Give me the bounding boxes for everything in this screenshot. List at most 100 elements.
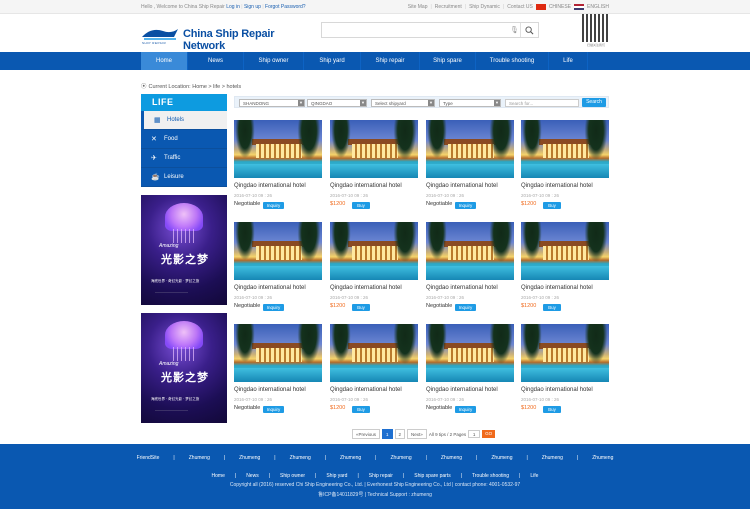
ad-poster[interactable]: Amazing 光影之梦 海底世界 · 奇幻光影 · 梦幻之旅 ————————… xyxy=(141,195,227,305)
header-search-input[interactable]: 🎙 xyxy=(321,22,539,38)
listing-title[interactable]: Qingdao international hotel xyxy=(330,285,402,291)
hotel-photo[interactable] xyxy=(234,324,322,382)
prev-page-button[interactable]: «Previous xyxy=(352,429,381,439)
page-button-2[interactable]: 2 xyxy=(394,429,406,439)
china-flag-icon[interactable] xyxy=(535,4,546,10)
site-map-link[interactable]: Site Map xyxy=(408,4,428,10)
listing-title[interactable]: Qingdao international hotel xyxy=(330,387,402,393)
listing-title[interactable]: Qingdao international hotel xyxy=(521,285,593,291)
footer-nav-link[interactable]: Ship owner xyxy=(280,473,305,479)
listing-title[interactable]: Qingdao international hotel xyxy=(330,183,402,189)
inquiry-button[interactable]: Inquiry xyxy=(263,406,284,413)
friend-link[interactable]: Zhumeng xyxy=(592,455,613,461)
logo[interactable]: China Ship Repair Network SHIP REPAIR xyxy=(141,23,311,52)
nav-ship-repair[interactable]: Ship repair xyxy=(361,52,420,70)
contact-link[interactable]: Contact US xyxy=(507,4,533,10)
listing-title[interactable]: Qingdao international hotel xyxy=(234,285,306,291)
page-button-1[interactable]: 1 xyxy=(382,429,393,439)
listing-card[interactable]: Qingdao international hotel 2016-07-10 09… xyxy=(234,120,322,212)
nav-life[interactable]: Life xyxy=(549,52,588,70)
friend-link[interactable]: Zhumeng xyxy=(441,455,462,461)
buy-button[interactable]: Buy xyxy=(352,202,370,209)
nav-ship-owner[interactable]: Ship owner xyxy=(244,52,304,70)
listing-title[interactable]: Qingdao international hotel xyxy=(521,387,593,393)
shipyard-select[interactable]: Select shipyard ▼ xyxy=(371,99,435,107)
hotel-photo[interactable] xyxy=(234,222,322,280)
nav-ship-spare[interactable]: Ship spare xyxy=(420,52,476,70)
listing-title[interactable]: Qingdao international hotel xyxy=(426,183,498,189)
hotel-photo[interactable] xyxy=(426,324,514,382)
listing-card[interactable]: Qingdao international hotel 2016-07-10 09… xyxy=(521,324,609,416)
nav-trouble-shooting[interactable]: Trouble shooting xyxy=(476,52,549,70)
friend-link[interactable]: Zhumeng xyxy=(340,455,361,461)
hotel-photo[interactable] xyxy=(521,222,609,280)
listing-title[interactable]: Qingdao international hotel xyxy=(426,387,498,393)
listing-title[interactable]: Qingdao international hotel xyxy=(234,387,306,393)
chinese-link[interactable]: CHINESE xyxy=(549,4,571,10)
friend-link[interactable]: Zhumeng xyxy=(239,455,260,461)
buy-button[interactable]: Buy xyxy=(543,202,561,209)
sidebar-item-hotels[interactable]: ▦ Hotels xyxy=(141,111,227,130)
hotel-photo[interactable] xyxy=(330,324,418,382)
hotel-photo[interactable] xyxy=(234,120,322,178)
inquiry-button[interactable]: Inquiry xyxy=(263,202,284,209)
inquiry-button[interactable]: Inquiry xyxy=(455,304,476,311)
listing-card[interactable]: Qingdao international hotel 2016-07-10 09… xyxy=(330,222,418,314)
footer-nav-link[interactable]: Life xyxy=(530,473,538,479)
type-select[interactable]: Type ▼ xyxy=(439,99,501,107)
listing-card[interactable]: Qingdao international hotel 2016-07-10 09… xyxy=(426,120,514,212)
buy-button[interactable]: Buy xyxy=(543,304,561,311)
footer-nav-link[interactable]: Trouble shooting xyxy=(472,473,509,479)
us-flag-icon[interactable] xyxy=(574,4,585,10)
listing-card[interactable]: Qingdao international hotel 2016-07-10 09… xyxy=(426,222,514,314)
listing-card[interactable]: Qingdao international hotel 2016-07-10 09… xyxy=(330,324,418,416)
listing-card[interactable]: Qingdao international hotel 2016-07-10 09… xyxy=(234,222,322,314)
search-button[interactable] xyxy=(520,23,538,37)
nav-news[interactable]: News xyxy=(188,52,244,70)
friend-link[interactable]: Zhumeng xyxy=(189,455,210,461)
ad-poster[interactable]: Amazing 光影之梦 海底世界 · 奇幻光影 · 梦幻之旅 ————————… xyxy=(141,313,227,423)
next-page-button[interactable]: Next» xyxy=(407,429,427,439)
listing-card[interactable]: Qingdao international hotel 2016-07-10 09… xyxy=(521,120,609,212)
inquiry-button[interactable]: Inquiry xyxy=(263,304,284,311)
listing-title[interactable]: Qingdao international hotel xyxy=(521,183,593,189)
page-number-input[interactable]: 1 xyxy=(468,430,481,438)
filter-search-input[interactable]: Search for... xyxy=(505,99,579,107)
friend-link[interactable]: Zhumeng xyxy=(491,455,512,461)
recruitment-link[interactable]: Recruitment xyxy=(435,4,462,10)
nav-ship-yard[interactable]: Ship yard xyxy=(304,52,361,70)
login-link[interactable]: Log in xyxy=(226,4,240,10)
nav-home[interactable]: Home xyxy=(141,52,188,70)
listing-title[interactable]: Qingdao international hotel xyxy=(234,183,306,189)
footer-nav-link[interactable]: Home xyxy=(212,473,225,479)
listing-card[interactable]: Qingdao international hotel 2016-07-10 09… xyxy=(521,222,609,314)
buy-button[interactable]: Buy xyxy=(352,304,370,311)
microphone-icon[interactable]: 🎙 xyxy=(510,26,519,35)
hotel-photo[interactable] xyxy=(330,222,418,280)
breadcrumb-text[interactable]: Current Location: Home > life > hotels xyxy=(149,84,242,90)
english-link[interactable]: ENGLISH xyxy=(587,4,609,10)
footer-nav-link[interactable]: Ship yard xyxy=(326,473,347,479)
friend-link[interactable]: Zhumeng xyxy=(290,455,311,461)
buy-button[interactable]: Buy xyxy=(352,406,370,413)
sidebar-item-leisure[interactable]: ☕ Leisure xyxy=(141,168,227,187)
listing-card[interactable]: Qingdao international hotel 2016-07-10 09… xyxy=(234,324,322,416)
forgot-password-link[interactable]: Forgot Password? xyxy=(265,4,306,10)
hotel-photo[interactable] xyxy=(330,120,418,178)
hotel-photo[interactable] xyxy=(521,324,609,382)
friend-link[interactable]: Zhumeng xyxy=(542,455,563,461)
friend-link[interactable]: Zhumeng xyxy=(390,455,411,461)
sidebar-item-traffic[interactable]: ✈ Traffic xyxy=(141,149,227,168)
listing-card[interactable]: Qingdao international hotel 2016-07-10 09… xyxy=(426,324,514,416)
ship-dynamic-link[interactable]: Ship Dynamic xyxy=(469,4,500,10)
sidebar-item-food[interactable]: ✕ Food xyxy=(141,130,227,149)
go-button[interactable]: GO xyxy=(482,430,496,438)
footer-nav-link[interactable]: Ship spare parts xyxy=(414,473,450,479)
filter-search-button[interactable]: Search xyxy=(582,98,606,107)
buy-button[interactable]: Buy xyxy=(543,406,561,413)
signup-link[interactable]: Sign up xyxy=(244,4,261,10)
hotel-photo[interactable] xyxy=(521,120,609,178)
hotel-photo[interactable] xyxy=(426,222,514,280)
city-select[interactable]: QINGDAO ▼ xyxy=(307,99,367,107)
footer-nav-link[interactable]: News xyxy=(246,473,259,479)
